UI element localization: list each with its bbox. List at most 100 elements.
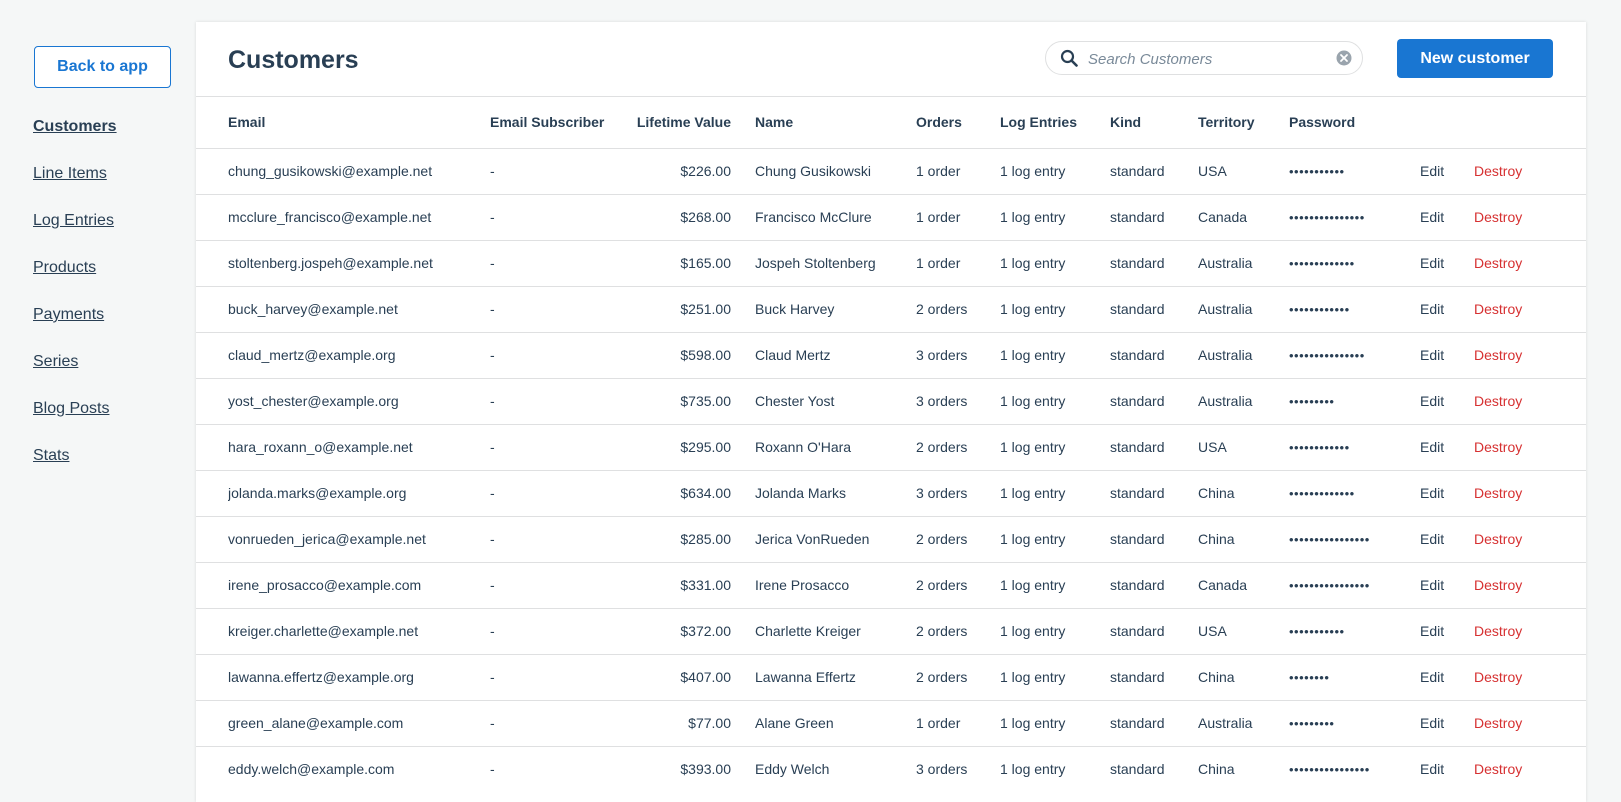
column-header-email-subscriber[interactable]: Email Subscriber (490, 97, 615, 148)
search-box[interactable] (1045, 41, 1363, 75)
new-customer-button[interactable]: New customer (1397, 39, 1553, 78)
sidebar-item-series[interactable]: Series (33, 353, 117, 400)
row-gutter (196, 424, 228, 470)
destroy-link[interactable]: Destroy (1474, 669, 1522, 685)
sidebar-item-label[interactable]: Line Items (33, 165, 107, 182)
sidebar-item-label[interactable]: Series (33, 353, 78, 370)
table-row[interactable]: buck_harvey@example.net - $251.00 Buck Harv… (196, 286, 1586, 332)
destroy-link[interactable]: Destroy (1474, 301, 1522, 317)
destroy-link[interactable]: Destroy (1474, 347, 1522, 363)
table-row[interactable]: irene_prosacco@example.com - $331.00 Irene … (196, 562, 1586, 608)
edit-link[interactable]: Edit (1420, 439, 1444, 455)
edit-link[interactable]: Edit (1420, 669, 1444, 685)
column-header-password[interactable]: Password (1289, 97, 1420, 148)
sidebar-item-label[interactable]: Blog Posts (33, 400, 109, 417)
table-header-row: Email Email Subscriber Lifetime Value Na… (196, 97, 1586, 148)
sidebar-item-log-entries[interactable]: Log Entries (33, 212, 117, 259)
table-row[interactable]: stoltenberg.jospeh@example.net - $165.00 Jo… (196, 240, 1586, 286)
table-row[interactable]: jolanda.marks@example.org - $634.00 Jolanda… (196, 470, 1586, 516)
destroy-link[interactable]: Destroy (1474, 439, 1522, 455)
table-row[interactable]: claud_mertz@example.org - $598.00 Claud Mer… (196, 332, 1586, 378)
cell-edit: Edit (1420, 654, 1474, 700)
table-row[interactable]: chung_gusikowski@example.net - $226.00 Chun… (196, 148, 1586, 194)
customers-table: Email Email Subscriber Lifetime Value Na… (196, 97, 1586, 792)
cell-email-subscriber: - (490, 761, 495, 778)
sidebar-item-label[interactable]: Log Entries (33, 212, 114, 229)
table-row[interactable]: vonrueden_jerica@example.net - $285.00 Jeri… (196, 516, 1586, 562)
sidebar-item-label[interactable]: Products (33, 259, 96, 276)
edit-link[interactable]: Edit (1420, 393, 1444, 409)
sidebar-item-payments[interactable]: Payments (33, 306, 117, 353)
column-header-territory[interactable]: Territory (1198, 97, 1289, 148)
sidebar-item-line-items[interactable]: Line Items (33, 165, 117, 212)
destroy-link[interactable]: Destroy (1474, 623, 1522, 639)
destroy-link[interactable]: Destroy (1474, 761, 1522, 777)
row-gutter (196, 654, 228, 700)
table-row[interactable]: mcclure_francisco@example.net - $268.00 Fra… (196, 194, 1586, 240)
edit-link[interactable]: Edit (1420, 209, 1444, 225)
cell-email: lawanna.effertz@example.org (228, 669, 414, 685)
cell-log-entries: 1 log entry (1000, 393, 1066, 409)
cell-password: ••••••••• (1289, 715, 1335, 731)
column-header-kind[interactable]: Kind (1110, 97, 1198, 148)
search-input[interactable] (1086, 47, 1330, 71)
row-gutter (196, 516, 228, 562)
cell-edit: Edit (1420, 378, 1474, 424)
edit-link[interactable]: Edit (1420, 163, 1444, 179)
destroy-link[interactable]: Destroy (1474, 577, 1522, 593)
edit-link[interactable]: Edit (1420, 485, 1444, 501)
edit-link[interactable]: Edit (1420, 301, 1444, 317)
destroy-link[interactable]: Destroy (1474, 531, 1522, 547)
destroy-link[interactable]: Destroy (1474, 485, 1522, 501)
column-header-lifetime-value[interactable]: Lifetime Value (615, 97, 755, 148)
row-gutter (196, 240, 228, 286)
edit-link[interactable]: Edit (1420, 531, 1444, 547)
column-header-orders[interactable]: Orders (916, 97, 1000, 148)
cell-kind: standard (1110, 669, 1165, 685)
sidebar-item-products[interactable]: Products (33, 259, 117, 306)
cell-password: •••••••• (1289, 669, 1330, 685)
edit-link[interactable]: Edit (1420, 347, 1444, 363)
sidebar-item-customers[interactable]: Customers (33, 118, 117, 165)
destroy-link[interactable]: Destroy (1474, 163, 1522, 179)
destroy-link[interactable]: Destroy (1474, 209, 1522, 225)
cell-edit: Edit (1420, 516, 1474, 562)
edit-link[interactable]: Edit (1420, 715, 1444, 731)
edit-link[interactable]: Edit (1420, 623, 1444, 639)
cell-orders: 1 order (916, 163, 961, 179)
destroy-link[interactable]: Destroy (1474, 393, 1522, 409)
sidebar-item-label[interactable]: Stats (33, 447, 69, 464)
edit-link[interactable]: Edit (1420, 577, 1444, 593)
destroy-link[interactable]: Destroy (1474, 255, 1522, 271)
table-row[interactable]: green_alane@example.com - $77.00 Alane Gree… (196, 700, 1586, 746)
table-row[interactable]: lawanna.effertz@example.org - $407.00 Lawan… (196, 654, 1586, 700)
cell-lifetime-value: $331.00 (680, 577, 731, 593)
clear-search-icon[interactable] (1336, 50, 1352, 66)
destroy-link[interactable]: Destroy (1474, 715, 1522, 731)
cell-edit: Edit (1420, 746, 1474, 792)
cell-orders: 3 orders (916, 485, 968, 501)
table-row[interactable]: kreiger.charlette@example.net - $372.00 Cha… (196, 608, 1586, 654)
cell-name: Chung Gusikowski (755, 163, 871, 179)
cell-email: eddy.welch@example.com (228, 761, 395, 778)
table-row[interactable]: yost_chester@example.org - $735.00 Chester … (196, 378, 1586, 424)
table-row[interactable]: hara_roxann_o@example.net - $295.00 Roxann … (196, 424, 1586, 470)
search-icon (1060, 49, 1078, 67)
sidebar-item-blog-posts[interactable]: Blog Posts (33, 400, 117, 447)
table-row[interactable]: eddy.welch@example.com - $393.00 Eddy Welch… (196, 746, 1586, 792)
edit-link[interactable]: Edit (1420, 255, 1444, 271)
row-gutter (196, 608, 228, 654)
cell-territory: Australia (1198, 715, 1253, 731)
sidebar-item-label[interactable]: Customers (33, 118, 117, 135)
cell-log-entries: 1 log entry (1000, 209, 1066, 225)
cell-email: mcclure_francisco@example.net (228, 209, 432, 225)
sidebar-item-stats[interactable]: Stats (33, 447, 117, 494)
column-header-log-entries[interactable]: Log Entries (1000, 97, 1110, 148)
back-to-app-button[interactable]: Back to app (34, 46, 171, 88)
column-header-email[interactable]: Email (228, 97, 490, 148)
edit-link[interactable]: Edit (1420, 761, 1444, 777)
cell-name: Roxann O'Hara (755, 439, 852, 455)
cell-orders: 2 orders (916, 577, 968, 593)
sidebar-item-label[interactable]: Payments (33, 306, 104, 323)
column-header-name[interactable]: Name (755, 97, 916, 148)
